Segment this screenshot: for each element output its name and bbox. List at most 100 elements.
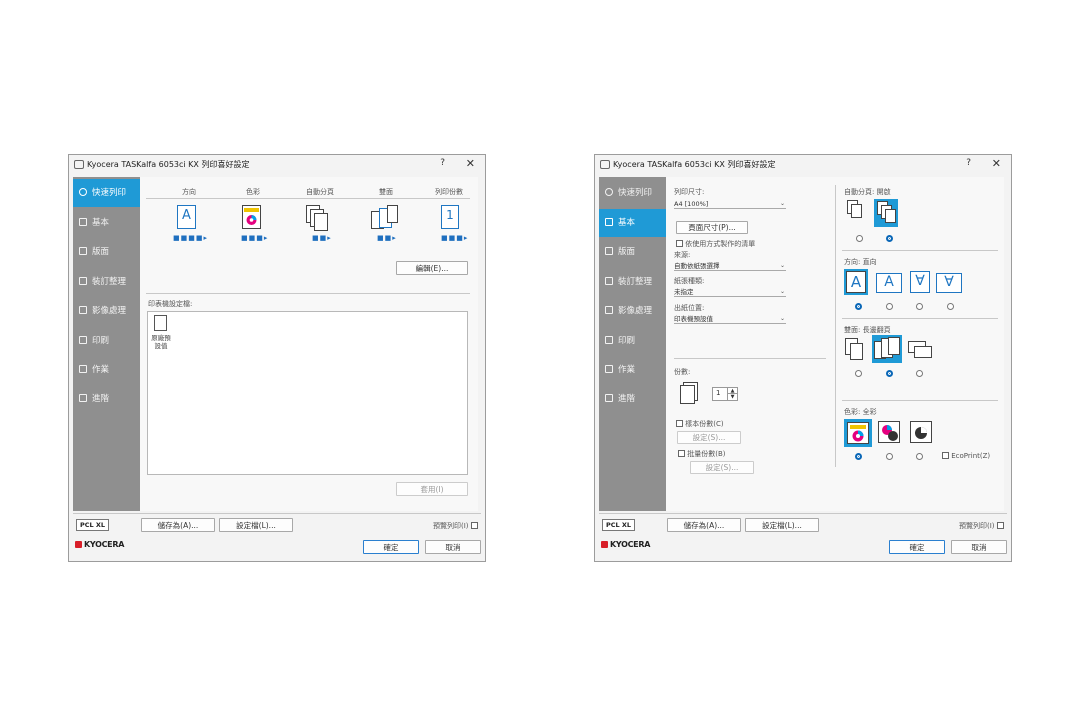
by-method-checkbox[interactable] [676,240,683,247]
collate-off-tile[interactable] [846,199,866,221]
duplex-icon[interactable] [371,205,399,231]
sidebar-item-advanced[interactable]: 進階 [73,385,140,413]
color-full-radio[interactable] [855,453,862,460]
sidebar-item-publishing[interactable]: 印刷 [599,327,666,355]
ecoprint-option[interactable]: EcoPrint(Z) [942,452,990,460]
duplex-off-radio[interactable] [855,370,862,377]
sidebar-item-job[interactable]: 作業 [73,356,140,384]
apply-button[interactable]: 套用(I) [396,482,468,496]
close-button[interactable]: ✕ [466,157,475,170]
duplex-off-tile[interactable] [844,337,868,363]
sidebar-item-basic[interactable]: 基本 [73,209,140,237]
job-icon [79,365,87,373]
ok-button[interactable]: 確定 [889,540,945,554]
profile-button[interactable]: 設定檔(L)... [745,518,819,532]
batch-option[interactable]: 批量份數(B) [678,449,726,459]
sidebar-item-layout[interactable]: 版面 [599,238,666,266]
copies-divider [674,358,826,359]
preview-checkbox[interactable] [470,522,478,529]
sidebar-item-finishing[interactable]: 裝訂整理 [599,268,666,296]
duplex-long-edge-tile[interactable] [872,335,902,363]
color-mono-tile[interactable] [910,421,932,443]
copies-icon[interactable]: 1 [441,205,459,229]
mixed-color-icon [882,425,898,441]
orientation-icon[interactable]: A [177,205,196,229]
sidebar-item-finishing[interactable]: 裝訂整理 [73,268,140,296]
orientation-rotated-portrait-radio[interactable] [916,303,923,310]
duplex-long-edge-radio[interactable] [886,370,893,377]
cancel-button[interactable]: 取消 [425,540,481,554]
sidebar-item-quick-print[interactable]: 快速列印 [73,179,140,207]
media-type-select[interactable]: 未指定 ⌄ [674,287,786,297]
sidebar-item-job[interactable]: 作業 [599,356,666,384]
profiles-list[interactable]: 原廠預設值 [147,311,468,475]
chevron-down-icon: ⌄ [779,200,785,207]
orientation-rotated-landscape-tile[interactable]: ∀ [936,273,962,293]
close-button[interactable]: ✕ [992,157,1001,170]
copies-dots: ■■■▸ [441,234,469,242]
sidebar-item-imaging[interactable]: 影像處理 [73,297,140,325]
header-orientation: 方向 [182,188,196,196]
help-button[interactable]: ? [440,158,445,168]
color-mixed-radio[interactable] [886,453,893,460]
proof-settings-button[interactable]: 設定(S)... [677,431,741,444]
bottom-divider [599,513,1007,514]
proof-option[interactable]: 樣本份數(C) [676,419,724,429]
orientation-portrait-tile[interactable]: A [844,269,868,295]
orientation-landscape-radio[interactable] [886,303,893,310]
cancel-button[interactable]: 取消 [951,540,1007,554]
orientation-landscape-tile[interactable]: A [876,273,902,293]
copies-value[interactable]: 1 [716,389,720,397]
color-wheel-icon [850,425,866,442]
sidebar-item-layout[interactable]: 版面 [73,238,140,266]
batch-checkbox[interactable] [678,450,685,457]
save-as-button[interactable]: 儲存為(A)... [667,518,741,532]
sheet [851,204,862,218]
page-size-button[interactable]: 頁面尺寸(P)... [676,221,748,234]
profile-document-icon[interactable] [154,315,167,331]
profile-button[interactable]: 設定檔(L)... [219,518,293,532]
collate-on-radio[interactable] [886,235,893,242]
sidebar-item-imaging[interactable]: 影像處理 [599,297,666,325]
ecoprint-checkbox[interactable] [942,452,949,459]
orientation-rotated-landscape-radio[interactable] [947,303,954,310]
profile-item-default[interactable]: 原廠預設值 [150,334,172,350]
header-color: 色彩 [246,188,260,196]
sidebar: 快速列印 基本 版面 裝訂整理 影像處理 印刷 作業 進階 [599,177,666,511]
print-size-select[interactable]: A4 [100%] ⌄ [674,199,786,209]
ok-button[interactable]: 確定 [363,540,419,554]
collate-icon[interactable] [306,205,328,231]
source-select[interactable]: 自動依紙張選擇 ⌄ [674,261,786,271]
preview-checkbox[interactable] [996,522,1004,529]
orientation-portrait-radio[interactable] [855,303,862,310]
sidebar-item-advanced[interactable]: 進階 [599,385,666,413]
proof-checkbox[interactable] [676,420,683,427]
color-full-tile[interactable] [844,419,872,447]
output-select[interactable]: 印表機預設值 ⌄ [674,314,786,324]
orientation-rotated-portrait-tile[interactable]: ∀ [910,271,930,293]
copies-label: 份數: [674,368,691,376]
stepper-down-icon[interactable]: ▼ [727,393,737,400]
collate-off-radio[interactable] [856,235,863,242]
collate-dots: ■■▸ [312,234,332,242]
duplex-short-edge-radio[interactable] [916,370,923,377]
finishing-icon [79,277,87,285]
color-icon[interactable] [242,205,261,229]
save-as-button[interactable]: 儲存為(A)... [141,518,215,532]
color-mono-radio[interactable] [916,453,923,460]
duplex-short-edge-tile[interactable] [908,339,936,363]
batch-settings-button[interactable]: 設定(S)... [690,461,754,474]
sidebar-item-publishing[interactable]: 印刷 [73,327,140,355]
color-mixed-tile[interactable] [878,421,900,443]
edit-button[interactable]: 編輯(E)... [396,261,468,275]
sidebar-item-basic[interactable]: 基本 [599,209,666,237]
sidebar-item-quick-print[interactable]: 快速列印 [599,179,666,207]
help-button[interactable]: ? [966,158,971,168]
title-bar: Kyocera TASKalfa 6053ci KX 列印喜好設定 ? ✕ [595,155,1011,175]
job-icon [605,365,613,373]
color-wheel-icon [244,208,259,225]
by-method-option[interactable]: 依使用方式製作的清單 [676,239,755,249]
copies-stepper[interactable]: 1 ▲ ▼ [712,387,738,401]
bottom-divider [73,513,481,514]
collate-on-tile[interactable] [874,199,898,227]
